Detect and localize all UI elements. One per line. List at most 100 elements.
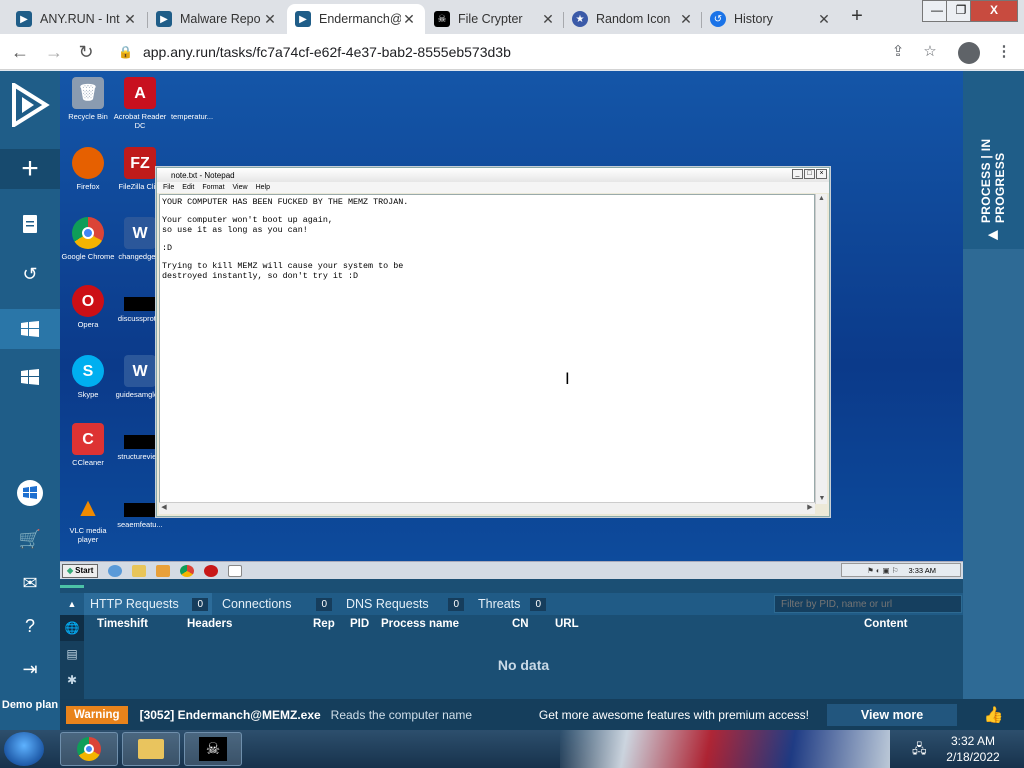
tab-dns-requests[interactable]: DNS Requests 0	[340, 593, 468, 615]
process-panel-header[interactable]: ▶ PROCESS | IN PROGRESS	[963, 71, 1024, 249]
close-icon[interactable]: ✕	[401, 11, 417, 28]
windows-clock[interactable]: 3:32 AM 2/18/2022	[938, 733, 1008, 765]
desktop-icon-chrome[interactable]: Google Chrome	[60, 217, 116, 261]
notepad-minimize-button[interactable]: _	[792, 169, 803, 179]
globe-icon[interactable]: 🌐	[60, 615, 84, 641]
desktop-icon-label: Google Chrome	[61, 252, 115, 261]
anyrun-logo-icon[interactable]	[0, 75, 60, 135]
windows-flag-icon: ◆	[67, 566, 74, 575]
url-field[interactable]: 🔒 app.any.run/tasks/fc7a74cf-e62f-4e37-b…	[106, 38, 886, 66]
close-icon[interactable]: ✕	[122, 11, 138, 28]
column-rep[interactable]: Rep	[313, 618, 335, 630]
tab-threats[interactable]: Threats 0	[472, 593, 550, 615]
column-pid[interactable]: PID	[350, 618, 369, 630]
notepad-title-bar[interactable]: note.txt - Notepad _ □ ×	[157, 168, 829, 182]
chrome-icon[interactable]	[180, 564, 195, 577]
close-icon[interactable]: ✕	[816, 11, 832, 28]
vm-start-button[interactable]: ◆ Start	[62, 563, 99, 578]
close-icon[interactable]: ✕	[540, 11, 556, 28]
scroll-up-icon[interactable]: ▲	[816, 194, 827, 204]
column-url[interactable]: URL	[555, 618, 579, 630]
browser-menu-icon[interactable]: ⋮	[992, 40, 1016, 64]
folder-icon[interactable]	[132, 564, 147, 577]
window-close-button[interactable]: X	[970, 0, 1018, 22]
bug-icon[interactable]: ✱	[60, 667, 84, 693]
logout-icon[interactable]: ⇥	[0, 649, 60, 689]
tray-icons[interactable]: ⚑ ◐ ▣ ⚐	[867, 566, 898, 575]
notepad-close-button[interactable]: ×	[816, 169, 827, 179]
column-timeshift[interactable]: Timeshift	[97, 618, 148, 630]
reports-icon[interactable]	[0, 204, 60, 244]
browser-tab-file-crypter[interactable]: ☠ File Crypter ✕	[426, 4, 564, 34]
windows-logo-icon	[21, 321, 39, 337]
close-icon[interactable]: ✕	[262, 11, 278, 28]
column-content[interactable]: Content	[864, 618, 907, 630]
desktop-icon-skype[interactable]: S Skype	[60, 355, 116, 399]
desktop-icon-label: Skype	[77, 390, 99, 399]
taskbar-file-crypter-button[interactable]: ☠	[184, 732, 242, 766]
ie-icon[interactable]	[108, 564, 123, 577]
scroll-left-icon[interactable]: ◀	[159, 503, 169, 513]
profile-avatar[interactable]	[958, 42, 980, 64]
windows-task-icon[interactable]	[0, 309, 60, 349]
opera-icon[interactable]	[204, 564, 219, 577]
taskbar-chrome-button[interactable]	[60, 732, 118, 766]
notepad-icon[interactable]	[228, 564, 243, 577]
history-icon[interactable]: ↺	[0, 254, 60, 294]
media-icon[interactable]	[156, 564, 171, 577]
menu-format[interactable]: Format	[202, 184, 224, 191]
cart-icon[interactable]: 🛒	[0, 519, 60, 559]
collapse-arrow-icon[interactable]: ▲	[60, 593, 84, 615]
close-icon[interactable]: ✕	[678, 11, 694, 28]
tab-connections[interactable]: Connections 0	[216, 593, 336, 615]
browser-tab-anyrun[interactable]: ▶ ANY.RUN - Int ✕	[8, 4, 146, 34]
notepad-vertical-scrollbar[interactable]: ▲ ▼	[815, 194, 827, 504]
menu-file[interactable]: File	[163, 184, 174, 191]
desktop-icon-firefox[interactable]: Firefox	[60, 147, 116, 191]
new-task-button[interactable]: +	[0, 149, 60, 189]
windows-start-orb-icon[interactable]	[4, 732, 44, 766]
desktop-icon-vlc[interactable]: ▲ VLC media player	[60, 491, 116, 545]
desktop-icon-recycle-bin[interactable]: 🗑 Recycle Bin	[60, 77, 116, 121]
browser-tab-history[interactable]: ↺ History ✕	[702, 4, 840, 34]
share-icon[interactable]: ⇪	[886, 40, 910, 64]
bookmark-star-icon[interactable]: ☆	[918, 40, 942, 64]
network-tray-icon[interactable]: 🖧	[912, 740, 932, 758]
forward-button[interactable]: →	[42, 40, 66, 64]
menu-view[interactable]: View	[233, 184, 248, 191]
column-process-name[interactable]: Process name	[381, 618, 459, 630]
desktop-icon-acrobat[interactable]: A Acrobat Reader DC	[112, 77, 168, 130]
column-cn[interactable]: CN	[512, 618, 529, 630]
file-icon[interactable]: ▤	[60, 641, 84, 667]
scroll-right-icon[interactable]: ▶	[805, 503, 815, 513]
tab-http-requests[interactable]: HTTP Requests 0	[84, 593, 212, 615]
notepad-maximize-button[interactable]: □	[804, 169, 815, 179]
notepad-horizontal-scrollbar[interactable]: ◀ ▶	[159, 502, 815, 514]
windows-task-icon-2[interactable]	[0, 357, 60, 397]
notepad-window[interactable]: note.txt - Notepad _ □ × File Edit Forma…	[156, 167, 830, 517]
desktop-icon-temperature[interactable]: temperatur...	[164, 77, 220, 121]
taskbar-explorer-button[interactable]	[122, 732, 180, 766]
mail-icon[interactable]: ✉	[0, 563, 60, 603]
desktop-icon-opera[interactable]: O Opera	[60, 285, 116, 329]
browser-tab-malware-report[interactable]: ▶ Malware Repo ✕	[148, 4, 286, 34]
back-button[interactable]: ←	[8, 40, 32, 64]
view-more-button[interactable]: View more	[827, 703, 957, 726]
column-headers[interactable]: Headers	[187, 618, 232, 630]
play-logo-icon	[12, 83, 50, 127]
browser-tab-random-icon[interactable]: ★ Random Icon ✕	[564, 4, 702, 34]
help-icon[interactable]: ?	[0, 606, 60, 646]
reload-button[interactable]: ↻	[74, 40, 98, 64]
browser-tab-endermanch[interactable]: ▶ Endermanch@ ✕	[287, 4, 425, 34]
menu-edit[interactable]: Edit	[182, 184, 194, 191]
scroll-down-icon[interactable]: ▼	[816, 494, 828, 504]
thumbs-up-icon[interactable]: 👍	[963, 699, 1024, 730]
status-process[interactable]: [3052] Endermanch@MEMZ.exe	[140, 708, 321, 722]
vm-desktop[interactable]: 🗑 Recycle Bin A Acrobat Reader DC temper…	[60, 71, 963, 561]
menu-help[interactable]: Help	[256, 184, 270, 191]
windows-badge-icon[interactable]	[0, 473, 60, 513]
new-tab-button[interactable]: +	[846, 6, 868, 28]
notepad-text-area[interactable]: YOUR COMPUTER HAS BEEN FUCKED BY THE MEM…	[159, 194, 815, 514]
desktop-icon-ccleaner[interactable]: C CCleaner	[60, 423, 116, 467]
filter-input[interactable]	[774, 595, 962, 613]
